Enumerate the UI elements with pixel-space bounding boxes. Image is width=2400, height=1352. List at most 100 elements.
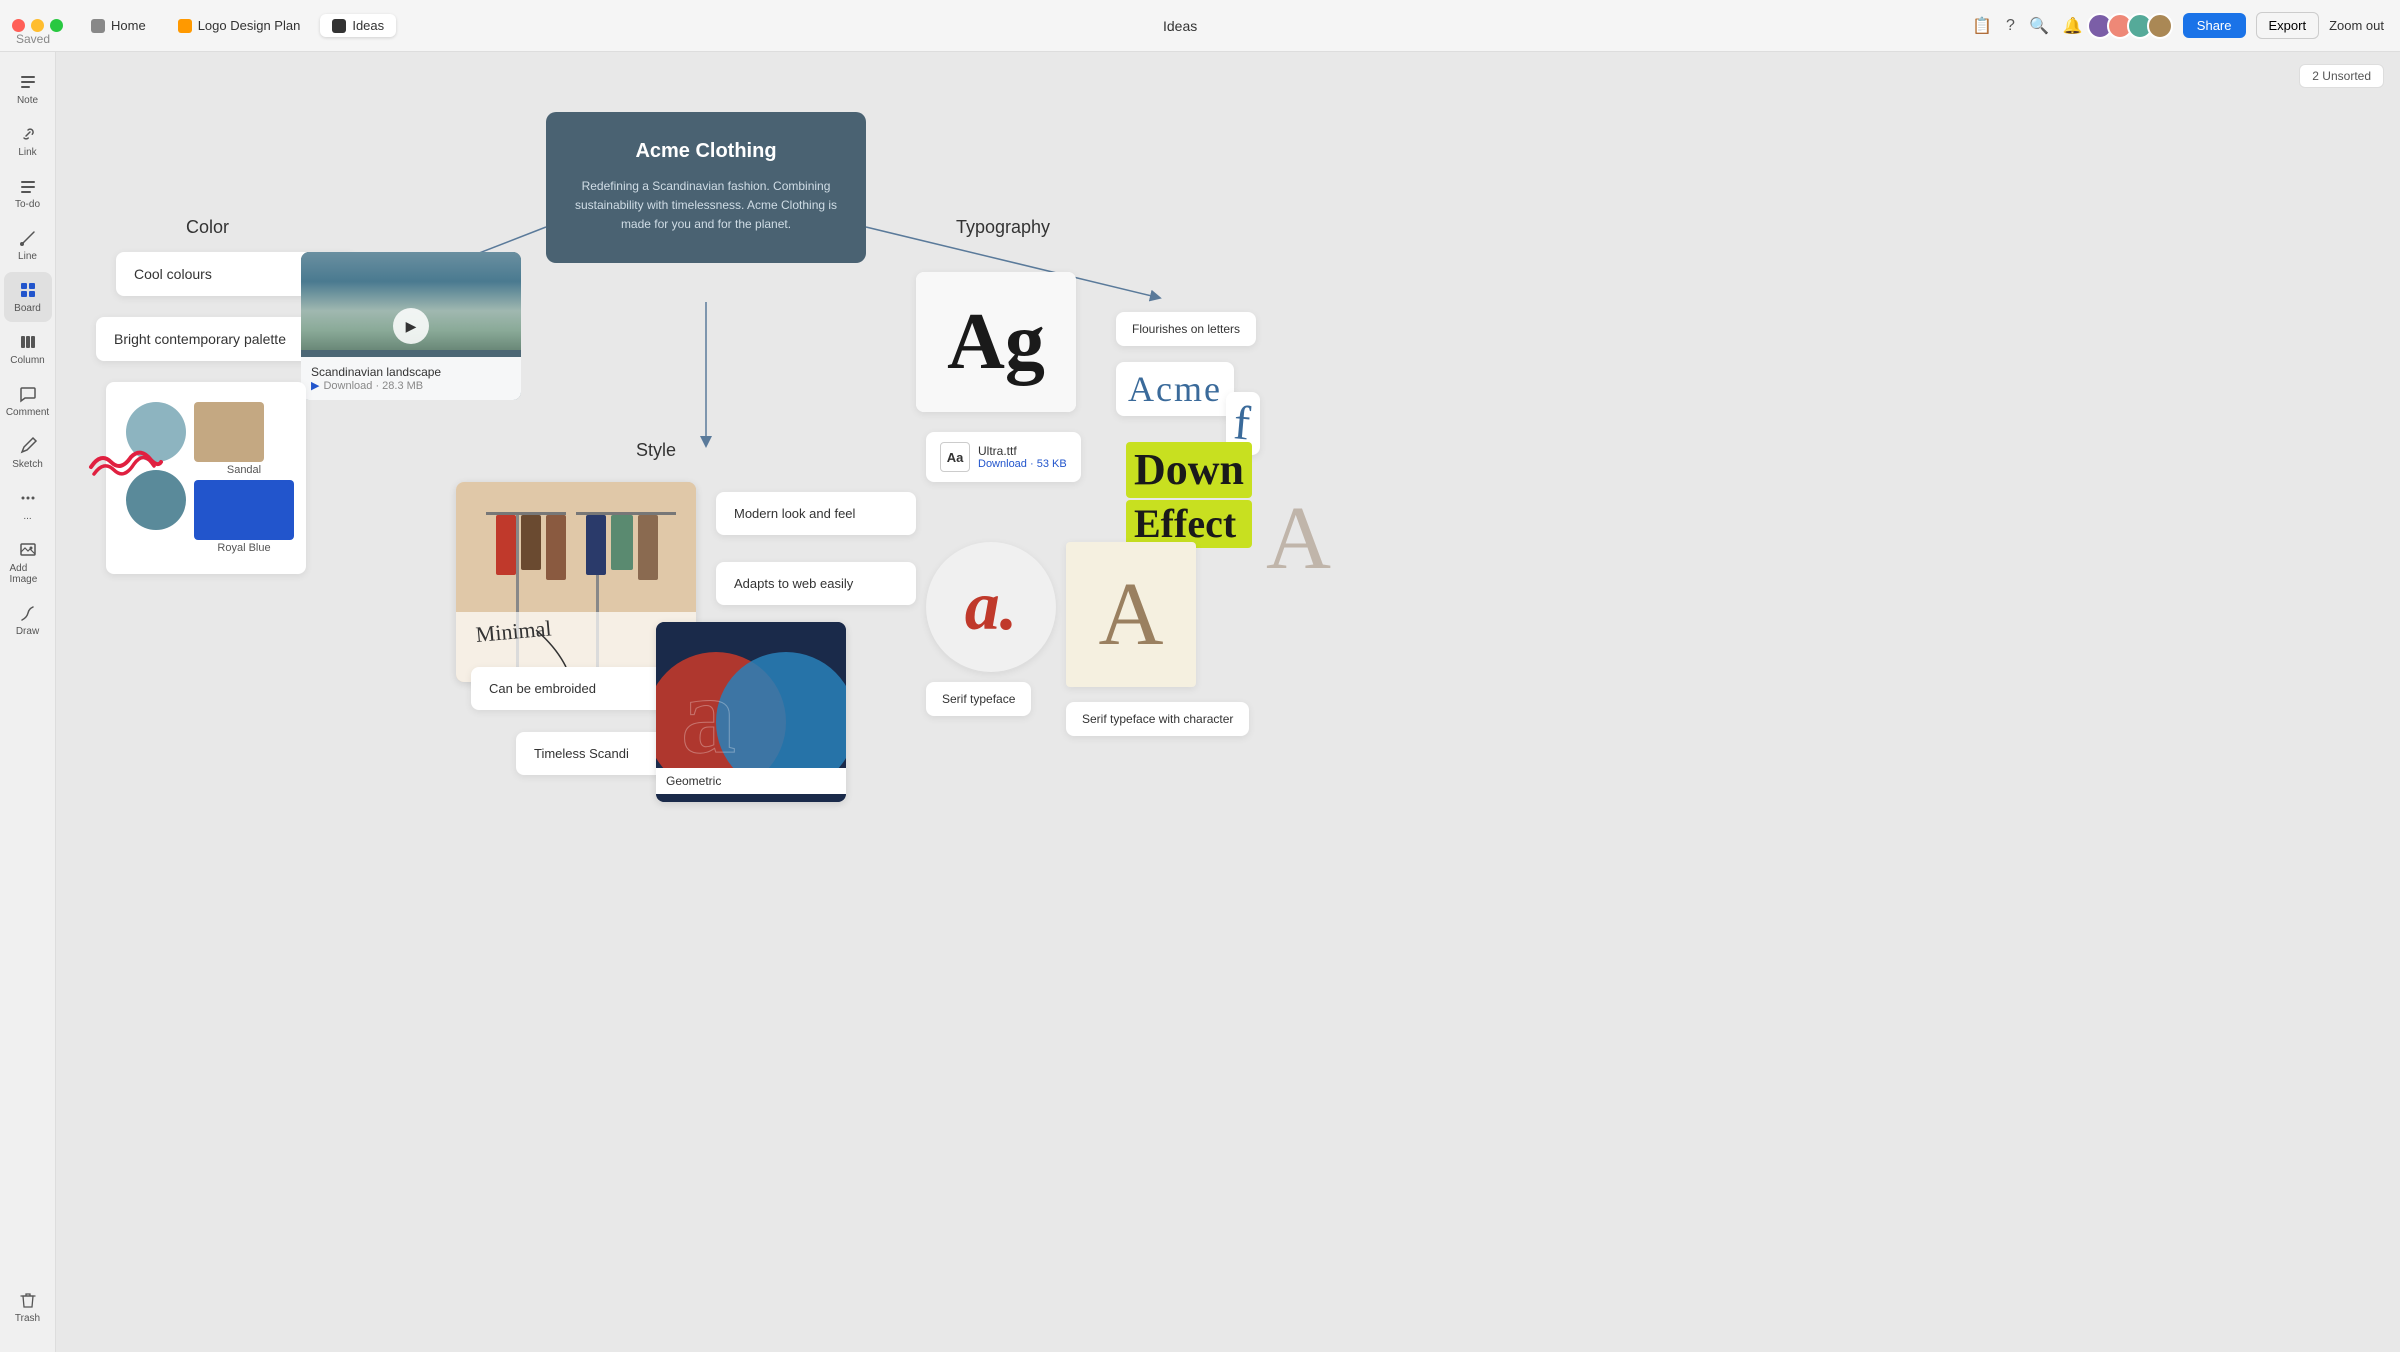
serif-char-text: Serif typeface with character [1082, 712, 1233, 726]
todo-icon [18, 176, 38, 196]
sidebar-item-comment[interactable]: Comment [4, 376, 52, 426]
search-icon[interactable]: 🔍 [2029, 16, 2049, 36]
sidebar-item-line[interactable]: Line [4, 220, 52, 270]
geometric-image: a Geometric [656, 622, 846, 802]
bright-palette-text: Bright contemporary palette [114, 331, 286, 347]
color-section-label: Color [186, 217, 229, 238]
note-icon [18, 72, 38, 92]
timeless-scandi-text: Timeless Scandi [534, 746, 629, 761]
tab-logo-label: Logo Design Plan [198, 18, 301, 33]
sidebar-comment-label: Comment [6, 407, 49, 418]
sidebar-item-add-image[interactable]: Add Image [4, 532, 52, 593]
sidebar-item-link[interactable]: Link [4, 116, 52, 166]
ag-display: Ag [916, 272, 1076, 412]
red-a-circle: a. [926, 542, 1056, 672]
sidebar-item-todo[interactable]: To-do [4, 168, 52, 218]
sidebar-add-image-label: Add Image [10, 563, 46, 585]
flourish-text: Flourishes on letters [1132, 322, 1240, 336]
tab-ideas[interactable]: Ideas [320, 14, 396, 37]
sketch-icon [18, 436, 38, 456]
topbar-left: Home Logo Design Plan Ideas [0, 14, 396, 37]
sidebar-item-trash[interactable]: Trash [4, 1282, 52, 1332]
tab-logo[interactable]: Logo Design Plan [166, 14, 313, 37]
sidebar-item-board[interactable]: Board [4, 272, 52, 322]
ultra-card[interactable]: Aa Ultra.ttf Download · 53 KB [926, 432, 1081, 482]
page-title: Ideas [396, 18, 1964, 34]
down-effect-card: Down Effect [1126, 442, 1252, 548]
topbar-action-icons: 📋 ? 🔍 🔔 [1972, 16, 2083, 36]
serif-note[interactable]: Serif typeface [926, 682, 1031, 716]
ultra-title: Ultra.ttf [978, 444, 1067, 458]
large-a-outline-card: A [1266, 487, 1331, 590]
adapts-web-note[interactable]: Adapts to web easily [716, 562, 916, 605]
minimize-button[interactable] [31, 19, 44, 32]
collaborators-avatars [2093, 13, 2173, 39]
sidebar-link-label: Link [18, 147, 36, 158]
tab-home[interactable]: Home [79, 14, 158, 37]
unsorted-badge[interactable]: 2 Unsorted [2299, 64, 2384, 88]
swatch-tan-label: Sandal [194, 464, 294, 476]
more-icon [18, 488, 38, 508]
sidebar-draw-label: Draw [16, 626, 39, 637]
central-card: Acme Clothing Redefining a Scandinavian … [546, 112, 866, 263]
zoom-out-button[interactable]: Zoom out [2329, 18, 2384, 33]
sidebar-note-label: Note [17, 95, 38, 106]
maximize-button[interactable] [50, 19, 63, 32]
tab-ideas-label: Ideas [352, 18, 384, 33]
cursive-card: Acme [1116, 362, 1234, 416]
video-label: Scandinavian landscape ▶ Download · 28.3… [301, 357, 521, 400]
close-button[interactable] [12, 19, 25, 32]
logo-tab-icon [178, 19, 192, 33]
trash-icon [18, 1290, 38, 1310]
sidebar-item-draw[interactable]: Draw [4, 595, 52, 645]
canvas: 2 Unsorted Acme Clothing Redefining a Sc… [56, 52, 2400, 1352]
modern-look-text: Modern look and feel [734, 506, 855, 521]
swatch-rect-tan [194, 402, 264, 462]
sidebar-item-sketch[interactable]: Sketch [4, 428, 52, 478]
video-subtitle: ▶ Download · 28.3 MB [311, 379, 511, 392]
flourish-card[interactable]: Flourishes on letters [1116, 312, 1256, 346]
sidebar-column-label: Column [10, 355, 44, 366]
large-a-text: A [1266, 487, 1331, 590]
red-a-text: a. [965, 572, 1018, 642]
avatar-4 [2147, 13, 2173, 39]
sidebar-item-column[interactable]: Column [4, 324, 52, 374]
cursive-text: Acme [1128, 368, 1222, 410]
geometric-label: Geometric [666, 774, 721, 788]
a-tan-card: A [1066, 542, 1196, 687]
modern-look-note[interactable]: Modern look and feel [716, 492, 916, 535]
share-button[interactable]: Share [2183, 13, 2246, 38]
export-button[interactable]: Export [2256, 12, 2320, 39]
topbar: Home Logo Design Plan Ideas Ideas 📋 ? 🔍 … [0, 0, 2400, 52]
tab-home-label: Home [111, 18, 146, 33]
swatch-blue-label: Royal Blue [194, 542, 294, 554]
home-tab-icon [91, 19, 105, 33]
saved-indicator: Saved [16, 32, 50, 46]
topbar-right: 📋 ? 🔍 🔔 Share Export Zoom out [1964, 12, 2400, 39]
typography-section-label: Typography [956, 217, 1050, 238]
sidebar-item-note[interactable]: Note [4, 64, 52, 114]
sidebar-board-label: Board [14, 303, 41, 314]
play-button[interactable]: ▶ [393, 308, 429, 344]
ultra-download[interactable]: Download · 53 KB [978, 458, 1067, 470]
bell-icon[interactable]: 🔔 [2063, 16, 2083, 36]
embroider-text: Can be embroided [489, 681, 596, 696]
ideas-tab-icon [332, 19, 346, 33]
video-card[interactable]: ▶ Scandinavian landscape ▶ Download · 28… [301, 252, 521, 400]
sidebar-sketch-label: Sketch [12, 459, 43, 470]
sidebar-trash-label: Trash [15, 1313, 40, 1324]
comment-icon [18, 384, 38, 404]
notification-icon[interactable]: 📋 [1972, 16, 1992, 36]
serif-text: Serif typeface [942, 692, 1015, 706]
help-icon[interactable]: ? [2006, 17, 2015, 35]
a-tan-text: A [1099, 563, 1164, 666]
draw-icon [18, 603, 38, 623]
down-text: Down [1126, 442, 1252, 498]
embroider-note[interactable]: Can be embroided [471, 667, 671, 710]
sketch-mark [86, 432, 166, 482]
sidebar-item-more[interactable]: ... [4, 480, 52, 530]
style-section-label: Style [636, 440, 676, 461]
sidebar-line-label: Line [18, 251, 37, 262]
serif-char-note[interactable]: Serif typeface with character [1066, 702, 1249, 736]
cool-colours-text: Cool colours [134, 266, 212, 282]
